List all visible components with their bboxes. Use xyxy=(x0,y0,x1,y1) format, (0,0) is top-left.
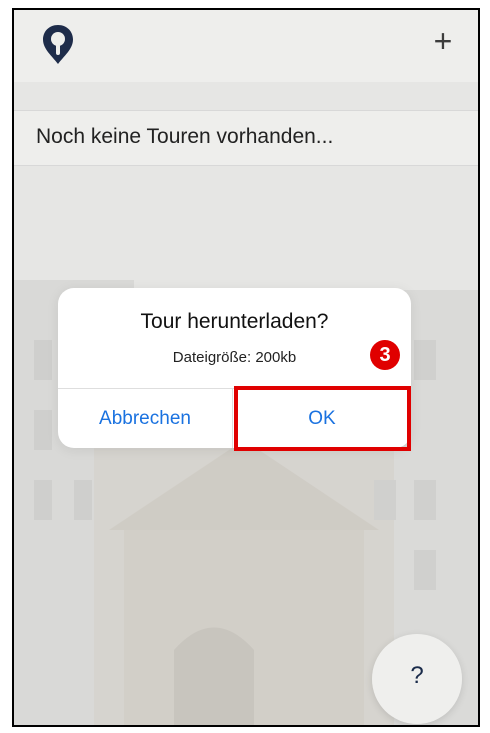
ok-highlight-box xyxy=(234,386,411,451)
empty-message: Noch keine Touren vorhanden... xyxy=(36,125,334,148)
tour-list-empty-state: Noch keine Touren vorhanden... xyxy=(14,110,478,166)
help-button[interactable]: ? xyxy=(372,634,462,724)
help-icon: ? xyxy=(410,662,424,689)
add-icon[interactable]: + xyxy=(428,25,458,57)
top-app-bar: + xyxy=(14,10,478,82)
step-number-badge: 3 xyxy=(370,340,400,370)
dialog-title: Tour herunterladen? xyxy=(140,310,329,333)
file-size-message: Dateigröße: 200kb xyxy=(172,349,297,366)
map-pin-logo-icon[interactable] xyxy=(40,22,76,66)
cancel-button[interactable]: Abbrechen xyxy=(58,389,232,448)
